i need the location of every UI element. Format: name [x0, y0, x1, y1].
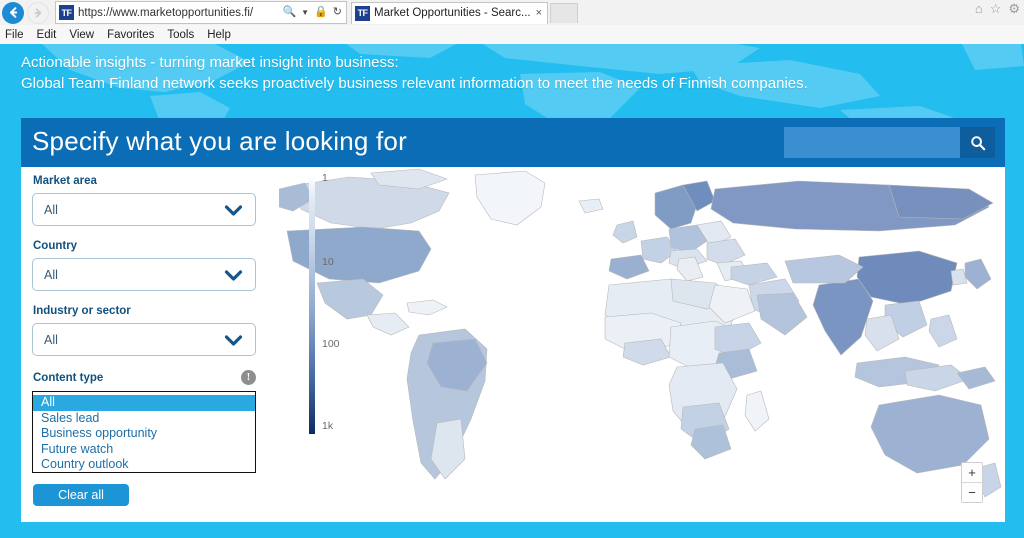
chevron-down-icon	[224, 205, 243, 216]
panel-body: Market area All Country All Industry or …	[21, 167, 1005, 522]
back-arrow-icon	[9, 7, 17, 18]
filter-label-industry: Industry or sector	[33, 305, 131, 317]
menu-item-tools[interactable]: Tools	[167, 29, 194, 41]
browser-toolbar-right: ⌂ ☆ ⚙	[975, 2, 1020, 15]
zoom-out-button[interactable]: −	[962, 483, 982, 502]
legend-label-1: 1	[322, 172, 328, 184]
chevron-down-icon	[224, 270, 243, 281]
map-zoom-controls: + −	[961, 462, 983, 503]
choropleth-map-svg	[279, 168, 1002, 498]
back-button[interactable]	[2, 1, 24, 24]
tab-title: Market Opportunities - Searc...	[374, 7, 531, 19]
tab-favicon: TF	[355, 5, 370, 21]
page-right-edge	[1005, 118, 1024, 522]
legend-label-10: 10	[322, 256, 334, 268]
banner-text: Actionable insights - turning market ins…	[21, 52, 1004, 94]
search-icon	[970, 135, 985, 150]
search-icon[interactable]: 🔍	[282, 7, 296, 18]
info-icon[interactable]: !	[241, 370, 256, 385]
market-area-select[interactable]: All	[32, 193, 256, 226]
page-title: Specify what you are looking for	[32, 126, 407, 156]
country-value: All	[44, 267, 58, 282]
menu-bar: File Edit View Favorites Tools Help	[0, 25, 1024, 44]
filter-industry: Industry or sector All	[32, 305, 272, 356]
url-text: https://www.marketopportunities.fi/	[78, 6, 254, 19]
listbox-option-all[interactable]: All	[33, 395, 255, 411]
industry-select[interactable]: All	[32, 323, 256, 356]
listbox-option-business-opportunity[interactable]: Business opportunity	[33, 426, 255, 442]
menu-item-edit[interactable]: Edit	[37, 29, 57, 41]
lock-icon: 🔒	[314, 6, 328, 18]
menu-item-favorites[interactable]: Favorites	[107, 29, 154, 41]
legend-label-100: 100	[322, 338, 340, 350]
home-icon[interactable]: ⌂	[975, 2, 983, 15]
industry-value: All	[44, 332, 58, 347]
menu-item-view[interactable]: View	[69, 29, 94, 41]
filter-label-market-area: Market area	[33, 175, 97, 187]
browser-window: TF https://www.marketopportunities.fi/ 🔍…	[0, 0, 1024, 538]
browser-chrome: TF https://www.marketopportunities.fi/ 🔍…	[0, 0, 1024, 45]
content-type-label-row: Content type !	[32, 370, 256, 385]
listbox-option-sales-lead[interactable]: Sales lead	[33, 411, 255, 427]
legend-label-1k: 1k	[322, 420, 334, 432]
country-select[interactable]: All	[32, 258, 256, 291]
menu-item-file[interactable]: File	[5, 29, 24, 41]
chevron-down-icon	[224, 335, 243, 346]
page-left-edge	[0, 118, 21, 522]
listbox-option-future-watch[interactable]: Future watch	[33, 442, 255, 458]
clear-all-button[interactable]: Clear all	[33, 484, 129, 506]
market-area-value: All	[44, 202, 58, 217]
page-bottom-edge	[0, 522, 1024, 538]
filter-sidebar: Market area All Country All Industry or …	[32, 175, 272, 520]
forward-button[interactable]	[27, 1, 49, 24]
site-favicon: TF	[59, 5, 74, 20]
listbox-option-country-outlook[interactable]: Country outlook	[33, 457, 255, 472]
banner-line-2: Global Team Finland network seeks proact…	[21, 75, 808, 92]
refresh-icon[interactable]: ↻	[333, 7, 342, 18]
zoom-in-button[interactable]: +	[962, 463, 982, 483]
close-icon[interactable]: ×	[531, 7, 547, 19]
banner-line-1: Actionable insights - turning market ins…	[21, 54, 399, 71]
address-bar[interactable]: TF https://www.marketopportunities.fi/ 🔍…	[55, 1, 347, 24]
menu-item-help[interactable]: Help	[207, 29, 231, 41]
world-map[interactable]: 1 10 100 1k + −	[279, 167, 1005, 522]
address-bar-icons: 🔍 ▼ 🔒 ↻	[282, 7, 346, 18]
search-box	[784, 127, 995, 158]
filter-content-type: Content type ! All Sales lead Business o…	[32, 370, 272, 506]
map-legend: 1 10 100 1k	[309, 172, 369, 444]
content-type-listbox[interactable]: All Sales lead Business opportunity Futu…	[32, 391, 256, 473]
new-tab-button[interactable]	[550, 2, 579, 23]
favorites-icon[interactable]: ☆	[990, 2, 1002, 15]
filter-label-country: Country	[33, 240, 78, 252]
filter-label-content-type: Content type	[33, 371, 104, 384]
search-input[interactable]	[784, 127, 960, 158]
hero-banner: Actionable insights - turning market ins…	[0, 44, 1024, 118]
forward-arrow-icon	[34, 7, 42, 18]
chevron-down-icon[interactable]: ▼	[301, 8, 309, 17]
browser-tab[interactable]: TF Market Opportunities - Searc... ×	[351, 1, 549, 24]
search-button[interactable]	[960, 127, 995, 158]
search-panel: Specify what you are looking for Market …	[21, 118, 1005, 522]
gear-icon[interactable]: ⚙	[1008, 2, 1020, 15]
legend-gradient-bar	[309, 176, 315, 434]
panel-header: Specify what you are looking for	[21, 118, 1005, 167]
filter-country: Country All	[32, 240, 272, 291]
filter-market-area: Market area All	[32, 175, 272, 226]
navigation-bar: TF https://www.marketopportunities.fi/ 🔍…	[0, 0, 1024, 25]
